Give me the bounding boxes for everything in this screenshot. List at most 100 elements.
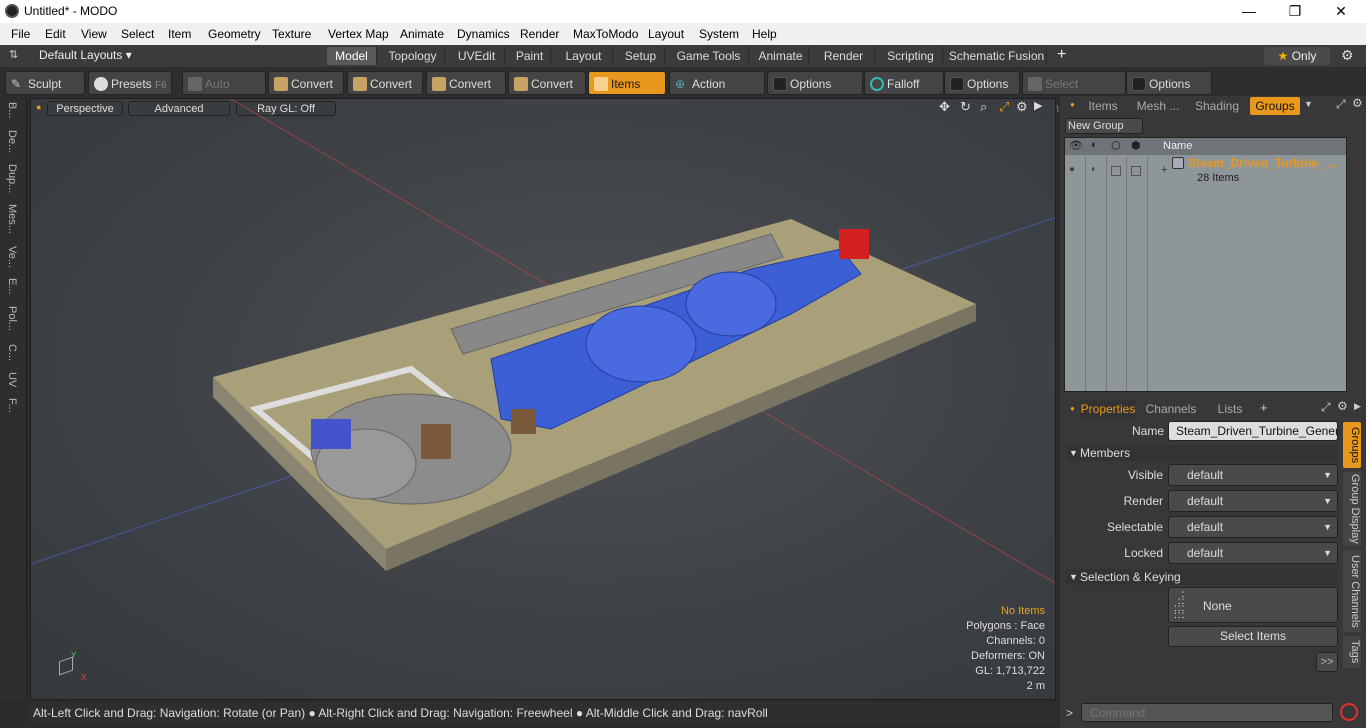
falloff-button[interactable]: Falloff (864, 71, 944, 95)
close-button[interactable]: ✕ (1318, 0, 1364, 23)
strip-tab-curve[interactable]: C... (6, 344, 18, 361)
side-tab-groups[interactable]: Groups (1343, 422, 1361, 468)
select-icon[interactable]: ⬢ (1131, 139, 1141, 152)
menu-item[interactable]: Item (168, 27, 191, 41)
props-expand-icon[interactable]: ⤢ (1321, 400, 1331, 415)
gear-icon[interactable]: ⚙ (1341, 47, 1354, 64)
tab-schematic-fusion[interactable]: Schematic Fusion (947, 47, 1047, 65)
tab-animate[interactable]: Animate (753, 47, 809, 65)
menu-layout[interactable]: Layout (648, 27, 684, 41)
strip-tab-basic[interactable]: B... (6, 102, 18, 119)
locked-dropdown[interactable]: default ▼ (1168, 542, 1338, 564)
menu-system[interactable]: System (699, 27, 739, 41)
members-section-header[interactable]: ▼ Members (1066, 445, 1338, 461)
selectable-dropdown[interactable]: default ▼ (1168, 516, 1338, 538)
sculpt-button[interactable]: ✎ Sculpt (5, 71, 85, 95)
tab-mesh[interactable]: Mesh ... (1130, 97, 1186, 115)
strip-tab-fusion[interactable]: F... (6, 398, 18, 413)
tab-scripting[interactable]: Scripting (879, 47, 943, 65)
items-button[interactable]: Items (588, 71, 666, 95)
render-dropdown[interactable]: default ▼ (1168, 490, 1338, 512)
strip-tab-vertex[interactable]: Ve... (6, 246, 18, 268)
auto-select-button[interactable]: Auto Select (182, 71, 266, 115)
group-row[interactable]: ● ◐ + Steam_Driven_Turbine_ ... 28 Items (1065, 156, 1346, 186)
strip-tab-duplicate[interactable]: Dup... (6, 164, 18, 193)
tab-items[interactable]: Items (1080, 97, 1126, 115)
visible-dropdown[interactable]: default ▼ (1168, 464, 1338, 486)
menu-dynamics[interactable]: Dynamics (457, 27, 510, 41)
select-through-button[interactable]: Select Through (1022, 71, 1126, 115)
tab-layout[interactable]: Layout (555, 47, 613, 65)
none-keying-button[interactable]: : :::::::: None (1168, 587, 1338, 623)
render-toggle-icon[interactable]: ◐ (1091, 164, 1097, 175)
command-history-icon[interactable] (1340, 703, 1358, 721)
options-button-2[interactable]: Options (944, 71, 1020, 95)
tab-paint[interactable]: Paint (509, 47, 551, 65)
tab-groups[interactable]: Groups (1250, 97, 1300, 115)
minimize-button[interactable]: — (1226, 0, 1272, 23)
menu-help[interactable]: Help (752, 27, 777, 41)
options-button-1[interactable]: Options (767, 71, 863, 95)
strip-tab-polygon[interactable]: Pol... (6, 306, 18, 331)
menu-render[interactable]: Render (520, 27, 559, 41)
convert-button-2[interactable]: Convert (347, 71, 423, 95)
side-tab-group-display[interactable]: Group Display (1343, 472, 1361, 546)
convert-button-4[interactable]: Convert (508, 71, 586, 95)
side-tab-user-channels[interactable]: User Channels (1343, 550, 1361, 632)
menu-edit[interactable]: Edit (45, 27, 66, 41)
tab-properties[interactable]: Properties (1080, 400, 1136, 418)
menu-vertex-map[interactable]: Vertex Map (328, 27, 389, 41)
panel-menu-dot-icon[interactable]: ● (1070, 100, 1075, 109)
group-name[interactable]: Steam_Driven_Turbine_ ... (1188, 156, 1338, 170)
strip-tab-deform[interactable]: De... (6, 130, 18, 153)
side-tab-tags[interactable]: Tags (1343, 636, 1361, 668)
tab-shading[interactable]: Shading (1190, 97, 1244, 115)
tab-topology[interactable]: Topology (381, 47, 445, 65)
menu-texture[interactable]: Texture (272, 27, 311, 41)
tab-lists[interactable]: Lists (1208, 400, 1252, 418)
expand-panel-icon[interactable]: ⤢ (1336, 97, 1346, 112)
menu-select[interactable]: Select (121, 27, 154, 41)
expand-plus-icon[interactable]: + (1161, 164, 1167, 176)
panel-gear-icon[interactable]: ⚙ (1352, 96, 1363, 110)
tab-setup[interactable]: Setup (617, 47, 665, 65)
select-items-button[interactable]: Select Items (1168, 626, 1338, 647)
presets-button[interactable]: Presets F6 (88, 71, 172, 95)
tab-render[interactable]: Render (813, 47, 875, 65)
name-input[interactable]: Steam_Driven_Turbine_Generatc (1168, 421, 1338, 441)
new-group-button[interactable]: New Group (1065, 118, 1143, 134)
render-icon[interactable]: ◐ (1091, 139, 1098, 151)
strip-tab-mesh[interactable]: Mes... (6, 204, 18, 234)
only-toggle[interactable]: ★ Only (1264, 47, 1330, 65)
props-menu-dot-icon[interactable]: ● (1070, 404, 1075, 413)
eye-icon[interactable]: 👁 (1069, 139, 1083, 152)
more-button[interactable]: >> (1316, 652, 1338, 672)
visibility-toggle-icon[interactable]: ● (1069, 164, 1075, 175)
menu-view[interactable]: View (81, 27, 107, 41)
menu-animate[interactable]: Animate (400, 27, 444, 41)
strip-tab-uv[interactable]: UV (6, 372, 18, 387)
selection-keying-section-header[interactable]: ▼ Selection & Keying (1066, 569, 1338, 585)
convert-button-3[interactable]: Convert (426, 71, 506, 95)
tab-model[interactable]: Model (327, 47, 377, 65)
select-toggle-icon[interactable] (1131, 166, 1141, 176)
default-layouts-dropdown[interactable]: Default Layouts ▾ (39, 48, 132, 62)
lock-toggle-icon[interactable] (1111, 166, 1121, 176)
tab-game-tools[interactable]: Game Tools (669, 47, 749, 65)
maximize-button[interactable]: ❐ (1272, 0, 1318, 23)
props-arrow-icon[interactable]: ▶ (1354, 401, 1361, 412)
menu-maxtomodo[interactable]: MaxToModo (573, 27, 638, 41)
action-center-button[interactable]: ⊕Action Center (669, 71, 765, 115)
tabs-dropdown-icon[interactable]: ▼ (1304, 99, 1313, 109)
strip-tab-edge[interactable]: E... (6, 278, 18, 295)
options-button-3[interactable]: Options (1126, 71, 1212, 95)
3d-viewport[interactable]: ● Perspective Advanced Ray GL: Off ✥ ↻ ⌕… (30, 98, 1056, 700)
command-input[interactable] (1081, 703, 1333, 722)
props-gear-icon[interactable]: ⚙ (1337, 399, 1348, 413)
menu-geometry[interactable]: Geometry (208, 27, 261, 41)
convert-button-1[interactable]: Convert (268, 71, 344, 95)
tab-uvedit[interactable]: UVEdit (449, 47, 505, 65)
add-tab-button[interactable]: + (1057, 46, 1066, 64)
add-props-tab-button[interactable]: + (1260, 400, 1268, 415)
lock-icon[interactable]: ⬡ (1111, 139, 1121, 152)
